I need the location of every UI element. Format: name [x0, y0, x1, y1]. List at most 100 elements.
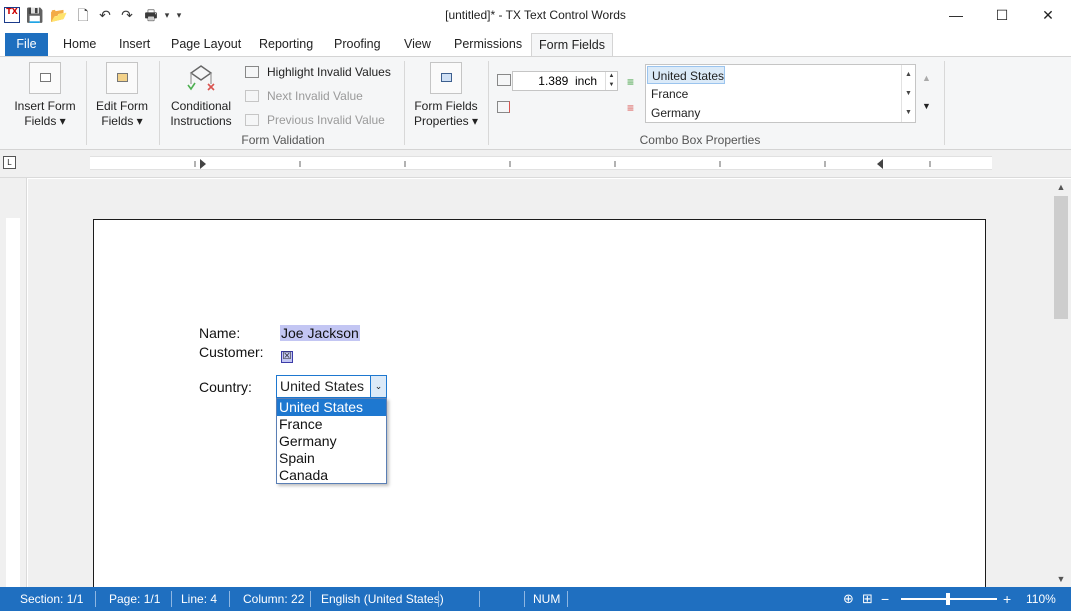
listbox-scrollbar[interactable]: ▲ ▼ ▼	[901, 65, 915, 122]
field-width-input[interactable]	[513, 72, 605, 90]
country-dropdown-list[interactable]: United States France Germany Spain Canad…	[276, 398, 387, 484]
tab-view[interactable]: View	[397, 33, 438, 56]
list-item[interactable]: Germany	[647, 104, 700, 122]
tab-stop-selector[interactable]: L	[3, 156, 16, 169]
combo-items-listbox[interactable]: United States France Germany ▲ ▼ ▼	[645, 64, 916, 123]
conditional-instructions-label-1: Conditional	[170, 99, 232, 113]
combo-box-properties-group-label: Combo Box Properties	[639, 133, 761, 147]
list-item[interactable]: France	[647, 85, 688, 103]
zoom-in-button[interactable]: +	[1003, 587, 1011, 611]
dropdown-option[interactable]: Canada	[277, 467, 386, 484]
country-label: Country:	[199, 379, 252, 395]
next-invalid-value-label: Next Invalid Value	[267, 89, 363, 103]
next-invalid-icon	[245, 90, 259, 102]
highlight-invalid-values-button[interactable]: Highlight Invalid Values	[245, 63, 391, 81]
conditional-instructions-icon	[185, 62, 217, 94]
scroll-up-icon[interactable]: ▲	[1051, 179, 1071, 195]
field-width-spinner[interactable]: ▲▼	[512, 71, 618, 91]
horizontal-ruler[interactable]: L	[0, 150, 1071, 178]
tab-proofing[interactable]: Proofing	[327, 33, 388, 56]
customer-label: Customer:	[199, 344, 264, 360]
dropdown-option[interactable]: Spain	[277, 450, 386, 467]
ribbon-tabs: File Home Insert Page Layout Reporting P…	[0, 31, 1071, 57]
previous-invalid-icon	[245, 114, 259, 126]
tab-permissions[interactable]: Permissions	[447, 33, 529, 56]
checkbox-icon: ☒	[281, 351, 293, 363]
zoom-level: 110%	[1026, 592, 1056, 606]
tab-reporting[interactable]: Reporting	[252, 33, 320, 56]
country-combo-box[interactable]: United States ⌄	[276, 375, 387, 398]
status-divider	[479, 591, 480, 607]
document-page[interactable]: Name: Joe Jackson Customer: ☒ Country:	[93, 219, 986, 599]
ribbon-separator	[159, 61, 160, 145]
form-fields-properties-label-2: Properties ▾	[413, 114, 479, 128]
insert-form-fields-label-2: Fields ▾	[24, 114, 66, 128]
maximize-button[interactable]: ☐	[979, 0, 1025, 31]
highlight-icon	[245, 66, 259, 78]
dropdown-option[interactable]: United States	[277, 399, 386, 416]
previous-invalid-value-button[interactable]: Previous Invalid Value	[245, 111, 385, 129]
width-icon	[497, 74, 511, 86]
zoom-slider-thumb[interactable]	[946, 593, 950, 605]
scroll-down-icon[interactable]: ▼	[1051, 571, 1071, 587]
ribbon-separator	[944, 61, 945, 145]
ribbon-separator	[404, 61, 405, 145]
add-item-icon[interactable]: ≡	[627, 75, 634, 89]
status-section: Section: 1/1	[20, 592, 84, 606]
spinner-arrows[interactable]: ▲ ▼	[605, 72, 617, 90]
document-canvas[interactable]: Name: Joe Jackson Customer: ☒ Country: U…	[28, 179, 1051, 599]
status-divider	[438, 591, 439, 607]
status-divider	[524, 591, 525, 607]
close-button[interactable]: ✕	[1025, 0, 1071, 31]
status-page: Page: 1/1	[109, 592, 161, 606]
insert-form-fields-label-1: Insert Form	[14, 99, 76, 113]
highlight-invalid-values-label: Highlight Invalid Values	[267, 65, 391, 79]
vertical-ruler-track	[6, 218, 20, 587]
status-num-lock: NUM	[533, 592, 561, 606]
vertical-ruler[interactable]	[0, 178, 27, 587]
title-bar: TX 💾 📂 🗋 ↶ ↷ 🖶 ▾ ▾ [untitled]* - TX Text…	[0, 0, 1071, 31]
next-invalid-value-button[interactable]: Next Invalid Value	[245, 87, 363, 105]
vertical-scrollbar[interactable]: ▲ ▼	[1051, 179, 1071, 587]
status-line: Line: 4	[181, 592, 218, 606]
insert-form-field-icon	[29, 62, 61, 94]
edit-form-fields-button[interactable]: Edit Form Fields ▾	[90, 62, 154, 129]
previous-invalid-value-label: Previous Invalid Value	[267, 113, 385, 127]
minimize-button[interactable]: —	[933, 0, 979, 31]
insert-form-fields-button[interactable]: Insert Form Fields ▾	[10, 62, 80, 129]
dropdown-option[interactable]: Germany	[277, 433, 386, 450]
form-field-properties-icon	[430, 62, 462, 94]
tab-insert[interactable]: Insert	[112, 33, 157, 56]
fit-page-icon[interactable]: ⊞	[862, 587, 873, 611]
dropdown-option[interactable]: France	[277, 416, 386, 433]
zoom-out-button[interactable]: −	[881, 587, 889, 611]
ruler-track[interactable]	[90, 156, 992, 170]
combo-edit-icon[interactable]	[497, 101, 510, 113]
list-item[interactable]: United States	[647, 66, 726, 84]
country-combo-value: United States	[280, 378, 365, 394]
chevron-down-icon[interactable]: ⌄	[370, 376, 386, 397]
status-divider	[95, 591, 96, 607]
form-fields-properties-label-1: Form Fields	[414, 99, 478, 113]
ribbon-scroll-down[interactable]: ▼	[922, 101, 931, 111]
tab-form-fields[interactable]: Form Fields	[531, 33, 613, 57]
status-bar: Section: 1/1 Page: 1/1 Line: 4 Column: 2…	[0, 587, 1071, 611]
name-text-field[interactable]: Joe Jackson	[280, 325, 360, 341]
scroll-thumb[interactable]	[1054, 196, 1068, 319]
status-column: Column: 22	[243, 592, 305, 606]
ribbon-separator	[86, 61, 87, 145]
tab-home[interactable]: Home	[56, 33, 103, 56]
status-language[interactable]: English (United States)	[321, 587, 444, 611]
edit-form-fields-label-2: Fields ▾	[101, 114, 143, 128]
fit-view-icon[interactable]: ⊕	[843, 587, 854, 611]
form-validation-group-label: Form Validation	[241, 133, 325, 147]
ribbon-separator	[488, 61, 489, 145]
conditional-instructions-button[interactable]: Conditional Instructions	[163, 62, 239, 129]
tab-page-layout[interactable]: Page Layout	[164, 33, 248, 56]
remove-item-icon[interactable]: ≡	[627, 101, 634, 115]
tab-file[interactable]: File	[5, 33, 48, 56]
customer-checkbox[interactable]: ☒	[281, 346, 293, 363]
name-label: Name:	[199, 325, 241, 341]
form-fields-properties-button[interactable]: Form Fields Properties ▾	[408, 62, 484, 129]
ribbon-scroll-up[interactable]: ▲	[922, 73, 931, 83]
